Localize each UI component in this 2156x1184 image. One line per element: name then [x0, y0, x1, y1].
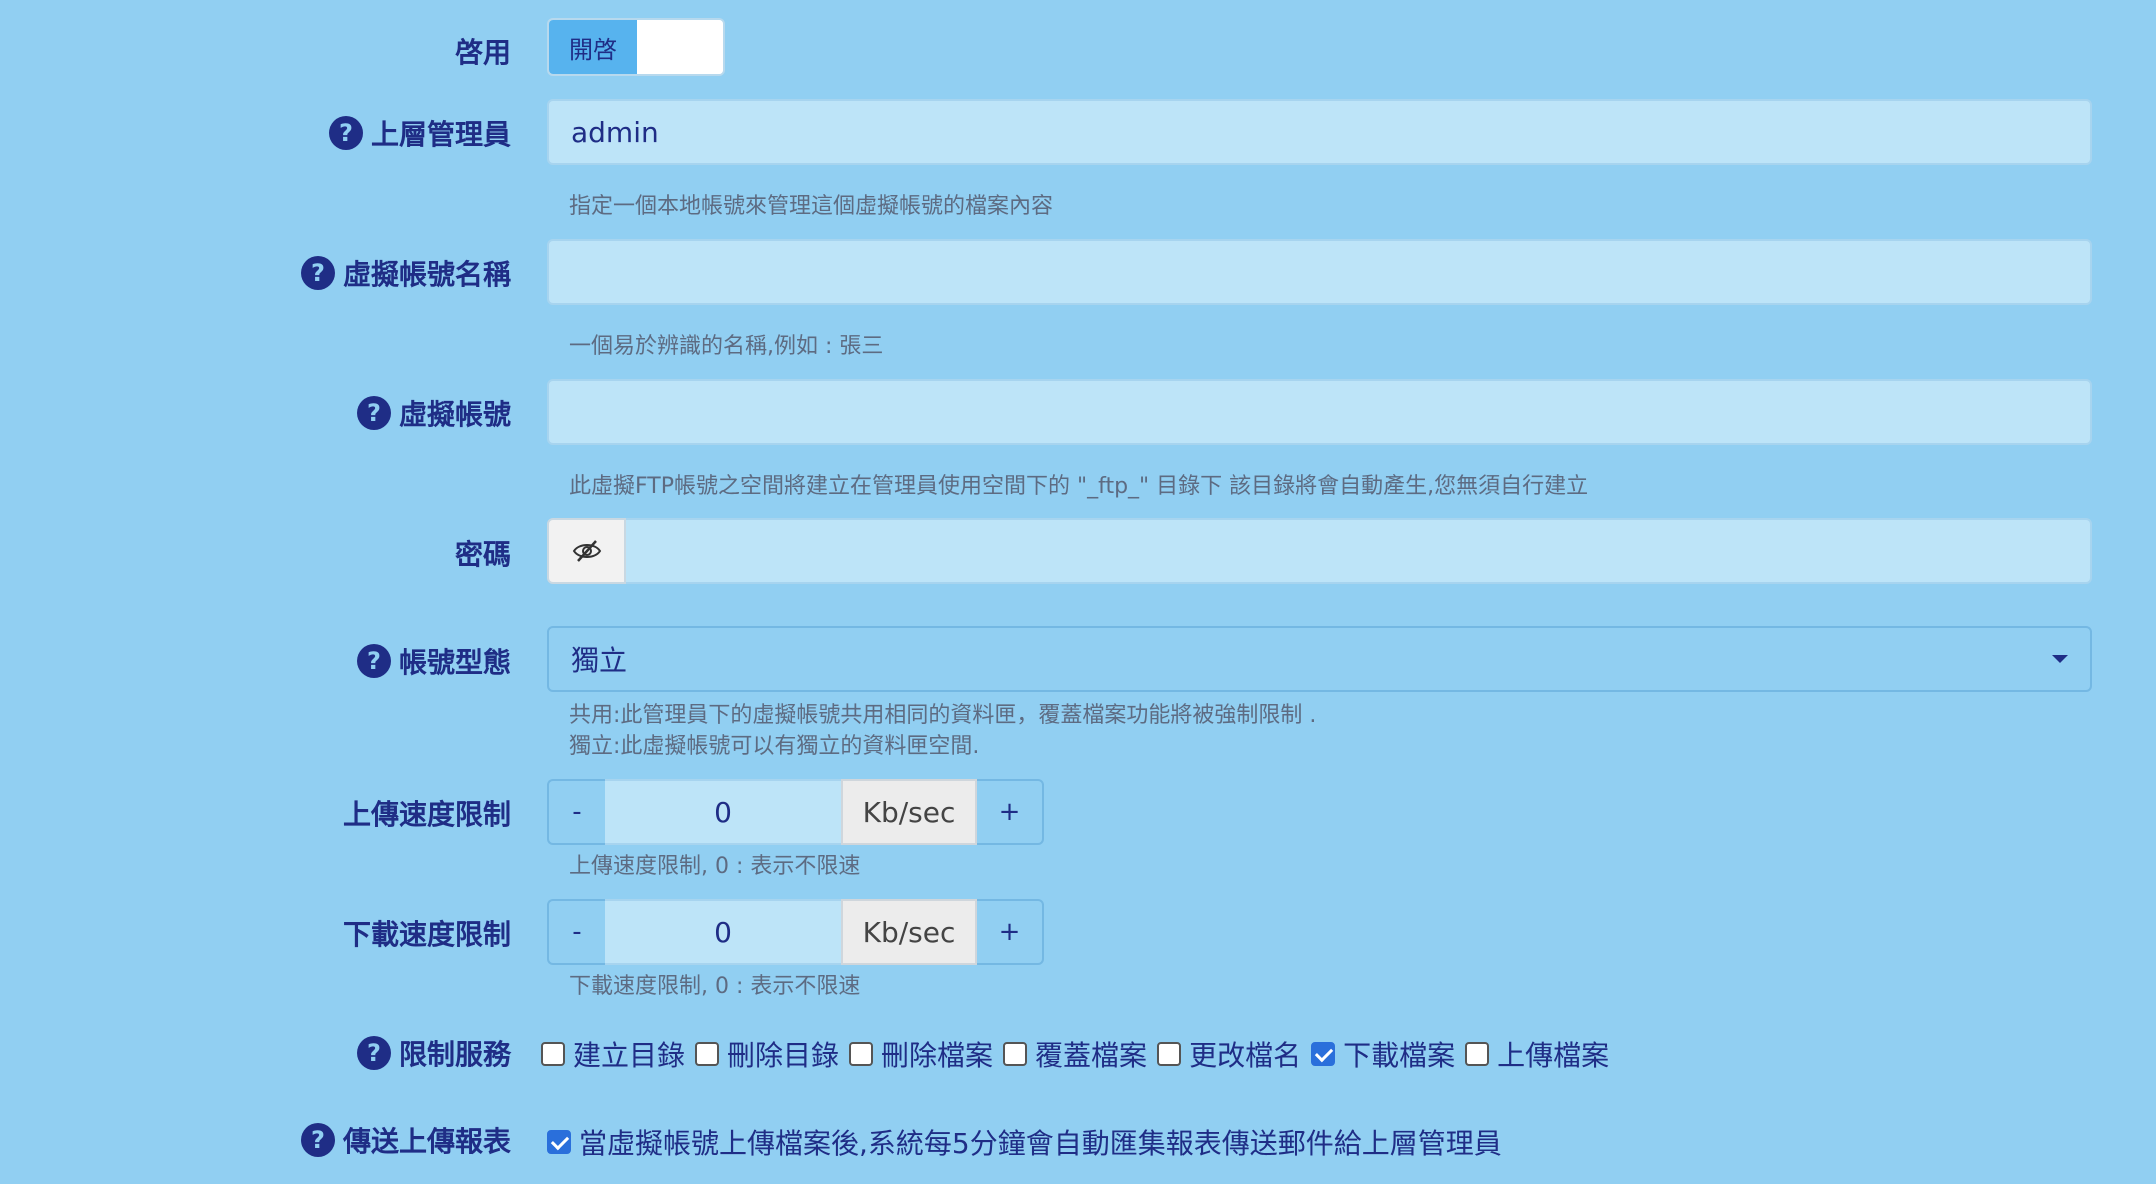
- account-type-hint-shared: 共用:此管理員下的虛擬帳號共用相同的資料匣，覆蓋檔案功能將被強制限制 .: [569, 703, 1317, 728]
- download-unit: Kb/sec: [841, 899, 977, 965]
- account-type-select[interactable]: 獨立: [547, 626, 2092, 692]
- question-circle-icon[interactable]: ?: [300, 1123, 335, 1157]
- virtual-name-input[interactable]: [547, 239, 2092, 305]
- upload-unit: Kb/sec: [841, 779, 977, 845]
- send-report-label: ? 傳送上傳報表: [300, 1120, 511, 1160]
- checkbox[interactable]: [849, 1042, 874, 1066]
- question-circle-icon[interactable]: ?: [356, 396, 391, 430]
- toggle-on-text: 開啓: [549, 20, 637, 74]
- checkbox[interactable]: [1003, 1042, 1028, 1066]
- parent-admin-label: ? 上層管理員: [328, 113, 511, 153]
- question-circle-icon[interactable]: ?: [356, 644, 391, 678]
- checkbox[interactable]: [695, 1042, 720, 1066]
- question-circle-icon[interactable]: ?: [328, 116, 363, 150]
- password-label: 密碼: [454, 538, 511, 571]
- send-report-checkbox-row[interactable]: 當虛擬帳號上傳檔案後,系統每5分鐘會自動匯集報表傳送郵件給上層管理員: [547, 1122, 1502, 1162]
- checkbox-delete-file[interactable]: 刪除檔案: [849, 1034, 993, 1074]
- download-limit-input[interactable]: 0: [605, 899, 841, 965]
- checkbox-create-dir[interactable]: 建立目錄: [541, 1034, 685, 1074]
- question-circle-icon[interactable]: ?: [300, 256, 335, 290]
- download-limit-label: 下載速度限制: [342, 918, 511, 951]
- enable-label: 啓用: [454, 36, 511, 69]
- checkbox[interactable]: [1465, 1042, 1490, 1066]
- parent-admin-hint: 指定一個本地帳號來管理這個虛擬帳號的檔案內容: [569, 194, 1054, 219]
- upload-limit-stepper: - 0 Kb/sec +: [547, 779, 1044, 845]
- eye-slash-icon: [572, 540, 601, 562]
- virtual-account-input[interactable]: [547, 379, 2092, 445]
- checkbox-delete-dir[interactable]: 刪除目錄: [695, 1034, 839, 1074]
- upload-increment-button[interactable]: +: [977, 779, 1044, 845]
- caret-down-icon: [2052, 655, 2068, 663]
- parent-admin-input[interactable]: admin: [547, 99, 2092, 165]
- enable-toggle[interactable]: 開啓: [547, 18, 725, 76]
- checkbox-rename-file[interactable]: 更改檔名: [1157, 1034, 1301, 1074]
- upload-decrement-button[interactable]: -: [547, 779, 605, 845]
- account-type-hint-independent: 獨立:此虛擬帳號可以有獨立的資料匣空間.: [569, 734, 980, 759]
- virtual-name-label: ? 虛擬帳號名稱: [300, 253, 511, 293]
- upload-limit-input[interactable]: 0: [605, 779, 841, 845]
- download-limit-stepper: - 0 Kb/sec +: [547, 899, 1044, 965]
- checkbox-checked[interactable]: [1311, 1042, 1336, 1066]
- download-decrement-button[interactable]: -: [547, 899, 605, 965]
- checkbox[interactable]: [1157, 1042, 1182, 1066]
- restrict-services-label: ? 限制服務: [356, 1033, 511, 1073]
- question-circle-icon[interactable]: ?: [356, 1036, 391, 1070]
- checkbox-upload-file[interactable]: 上傳檔案: [1465, 1034, 1609, 1074]
- password-input[interactable]: [626, 518, 2092, 584]
- password-visibility-button[interactable]: [547, 518, 626, 584]
- checkbox-download-file[interactable]: 下載檔案: [1311, 1034, 1455, 1074]
- virtual-account-hint: 此虛擬FTP帳號之空間將建立在管理員使用空間下的 "_ftp_" 目錄下 該目錄…: [569, 474, 1589, 499]
- restrict-services-group: 建立目錄 刪除目錄 刪除檔案 覆蓋檔案 更改檔名 下載檔案 上傳檔案: [541, 1034, 1619, 1074]
- account-type-label: ? 帳號型態: [356, 641, 511, 681]
- virtual-account-label: ? 虛擬帳號: [356, 393, 511, 433]
- checkbox-overwrite-file[interactable]: 覆蓋檔案: [1003, 1034, 1147, 1074]
- upload-limit-hint: 上傳速度限制, 0 : 表示不限速: [569, 854, 861, 879]
- send-report-text: 當虛擬帳號上傳檔案後,系統每5分鐘會自動匯集報表傳送郵件給上層管理員: [579, 1127, 1502, 1160]
- checkbox[interactable]: [541, 1042, 565, 1066]
- download-increment-button[interactable]: +: [977, 899, 1044, 965]
- virtual-name-hint: 一個易於辨識的名稱,例如 : 張三: [569, 334, 884, 359]
- download-limit-hint: 下載速度限制, 0 : 表示不限速: [569, 974, 861, 999]
- upload-limit-label: 上傳速度限制: [342, 798, 511, 831]
- send-report-checkbox[interactable]: [547, 1130, 571, 1154]
